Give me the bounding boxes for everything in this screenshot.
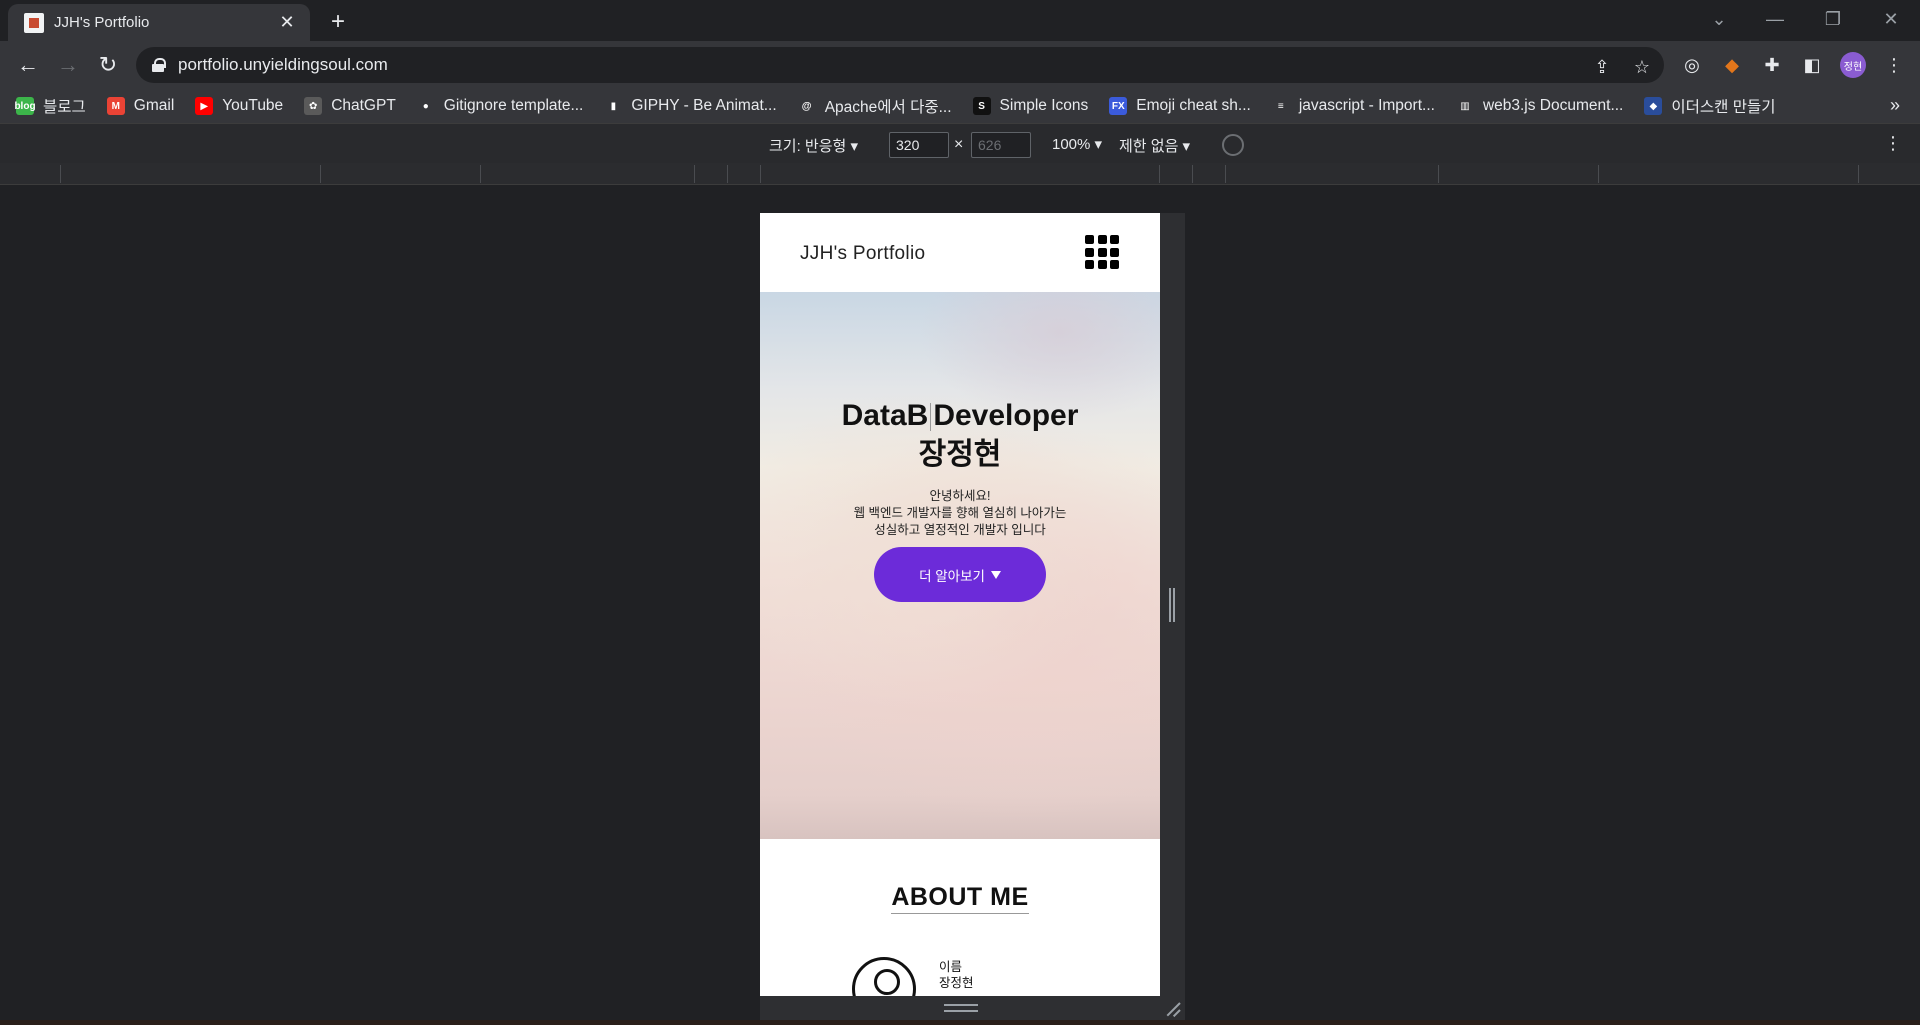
resize-handle-bottom-icon[interactable]: [944, 1004, 978, 1012]
typing-caret: [930, 403, 932, 432]
bookmark-item[interactable]: @ Apache에서 다중...: [797, 95, 952, 117]
bookmark-item[interactable]: ▶ YouTube: [195, 97, 283, 115]
url-text[interactable]: portfolio.unyieldingsoul.com: [178, 55, 388, 75]
hero-text-line: 성실하고 열정적인 개발자 입니다: [874, 523, 1046, 537]
profile-avatar[interactable]: 정현: [1840, 52, 1866, 78]
site-header: JJH's Portfolio: [760, 213, 1160, 292]
metamask-icon[interactable]: ◆: [1718, 51, 1746, 79]
about-title-text: ABOUT ME: [891, 883, 1029, 914]
bookmark-label: Gmail: [133, 97, 175, 114]
tab-title: JJH's Portfolio: [54, 14, 150, 31]
person-icon: [852, 957, 916, 996]
bookmark-label: 블로그: [43, 99, 86, 116]
bookmark-item[interactable]: S Simple Icons: [972, 97, 1089, 115]
youtube-icon: ▶: [195, 97, 214, 115]
restore-button[interactable]: ❐: [1810, 0, 1856, 38]
hero-section: DataB Developer 장정현 안녕하세요! 웹 백엔드 개발자를 향해 …: [760, 292, 1160, 839]
about-section: ABOUT ME 이름 장정현: [760, 839, 1160, 996]
bookmark-item[interactable]: FX Emoji cheat sh...: [1109, 97, 1251, 115]
bookmark-item[interactable]: ▮ GIPHY - Be Animat...: [604, 97, 777, 115]
chatgpt-icon: ✿: [304, 97, 323, 115]
device-toolbar-menu-icon[interactable]: ⋮: [1884, 133, 1902, 154]
stackoverflow-icon: ≡: [1271, 97, 1290, 115]
bookmark-item[interactable]: M Gmail: [106, 97, 175, 115]
browser-tab[interactable]: JJH's Portfolio ✕: [8, 4, 310, 41]
bookmarks-bar: blog 블로그 M Gmail ▶ YouTube ✿ ChatGPT ● Gitignore …: [0, 89, 1920, 123]
minimize-button[interactable]: —: [1752, 0, 1798, 38]
media-query-ruler[interactable]: [0, 163, 1920, 185]
simple-icons-icon: S: [972, 97, 991, 115]
resize-corner-icon[interactable]: [1164, 1000, 1180, 1016]
hero-text-line: 웹 백엔드 개발자를 향해 열심히 나아가는: [853, 506, 1067, 520]
bookmark-label: Apache에서 다중...: [824, 99, 952, 116]
side-panel-icon[interactable]: ◧: [1798, 51, 1826, 79]
tab-search-icon[interactable]: ⌄: [1696, 0, 1742, 38]
about-name-value: 장정현: [939, 976, 974, 990]
device-frame: JJH's Portfolio DataB Developer 장정현 안녕하세요…: [760, 213, 1160, 996]
extension-target-icon[interactable]: ◎: [1678, 51, 1706, 79]
bookmark-label: javascript - Import...: [1298, 97, 1435, 114]
hero-text-line: 안녕하세요!: [929, 489, 991, 503]
bookmark-label: GIPHY - Be Animat...: [631, 97, 777, 114]
bookmark-item[interactable]: ● Gitignore template...: [416, 97, 584, 115]
tab-strip: JJH's Portfolio ✕ + ⌄ — ❐ ✕: [0, 0, 1920, 41]
resize-handle-right-icon[interactable]: [1169, 588, 1175, 622]
bookmark-item[interactable]: blog 블로그: [14, 95, 86, 117]
cube-icon: ◆: [1644, 97, 1663, 115]
chrome-menu-icon[interactable]: ⋮: [1880, 51, 1908, 79]
back-button[interactable]: ←: [12, 49, 44, 81]
bookmark-label: Gitignore template...: [443, 97, 584, 114]
site-logo[interactable]: JJH's Portfolio: [800, 243, 925, 265]
device-size-dropdown[interactable]: 크기: 반응형 ▾: [769, 135, 858, 156]
bookmark-item[interactable]: ≡ javascript - Import...: [1271, 97, 1435, 115]
learn-more-button[interactable]: 더 알아보기: [874, 547, 1046, 602]
reload-button[interactable]: ↻: [92, 49, 124, 81]
grid-menu-icon[interactable]: [1085, 235, 1119, 269]
emoji-gift-icon: FX: [1109, 97, 1128, 115]
new-tab-button[interactable]: +: [324, 8, 352, 36]
close-tab-icon[interactable]: ✕: [276, 12, 298, 34]
blog-icon: blog: [14, 97, 36, 115]
viewport-height-input[interactable]: 626: [971, 132, 1031, 158]
bookmark-item[interactable]: ◆ 이더스캔 만들기: [1644, 95, 1776, 117]
site-favicon-icon: [24, 12, 44, 33]
at-icon: @: [797, 97, 816, 115]
bookmark-label: Emoji cheat sh...: [1136, 97, 1251, 114]
hero-title-word-2: Developer: [933, 399, 1079, 432]
close-window-button[interactable]: ✕: [1868, 0, 1914, 38]
bookmarks-overflow-icon[interactable]: »: [1890, 95, 1900, 116]
browser-toolbar: ← → ↻ portfolio.unyieldingsoul.com ⇪ ☆ ◎…: [0, 41, 1920, 89]
gmail-icon: M: [106, 97, 125, 115]
device-toolbar: 크기: 반응형 ▾ 320 × 626 100% ▾ 제한 없음 ▾ ⋮: [0, 123, 1920, 163]
lock-icon[interactable]: [152, 58, 166, 72]
github-icon: ●: [416, 97, 435, 115]
bookmark-label: 이더스캔 만들기: [1671, 99, 1776, 116]
hero-intro: 안녕하세요! 웹 백엔드 개발자를 향해 열심히 나아가는 성실하고 열정적인 …: [760, 488, 1160, 539]
hero-title: DataB Developer 장정현: [760, 396, 1160, 474]
caret-down-icon: [990, 570, 1001, 579]
extensions-puzzle-icon[interactable]: ✚: [1758, 51, 1786, 79]
docs-icon: ▥: [1455, 97, 1474, 115]
hero-title-word-1: DataB: [841, 399, 929, 432]
bookmark-label: YouTube: [222, 97, 284, 114]
dimension-separator: ×: [954, 136, 964, 153]
forward-button[interactable]: →: [52, 49, 84, 81]
hero-name: 장정현: [918, 438, 1002, 471]
about-title: ABOUT ME: [760, 883, 1160, 914]
zoom-dropdown[interactable]: 100% ▾: [1052, 135, 1102, 153]
address-bar[interactable]: portfolio.unyieldingsoul.com ⇪ ☆: [136, 47, 1664, 83]
bookmark-item[interactable]: ✿ ChatGPT: [304, 97, 396, 115]
bookmark-label: ChatGPT: [331, 97, 396, 114]
bookmark-label: Simple Icons: [999, 97, 1089, 114]
giphy-icon: ▮: [604, 97, 623, 115]
window-bottom-edge: [0, 1020, 1920, 1025]
bookmark-label: web3.js Document...: [1482, 97, 1624, 114]
share-icon[interactable]: ⇪: [1590, 55, 1614, 79]
learn-more-label: 더 알아보기: [919, 568, 985, 584]
rotate-icon[interactable]: [1222, 134, 1244, 156]
viewport-width-input[interactable]: 320: [889, 132, 949, 158]
bookmark-item[interactable]: ▥ web3.js Document...: [1455, 97, 1624, 115]
throttle-dropdown[interactable]: 제한 없음 ▾: [1119, 135, 1190, 156]
bookmark-star-icon[interactable]: ☆: [1630, 55, 1654, 79]
